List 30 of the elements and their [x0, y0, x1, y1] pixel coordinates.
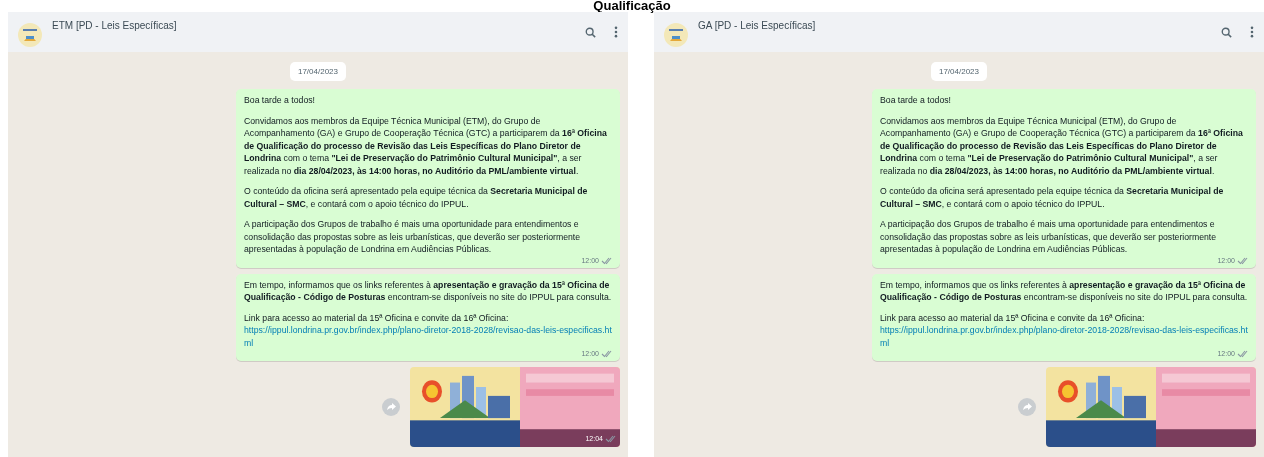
message-link[interactable]: https://ippul.londrina.pr.gov.br/index.php/plano-diretor-2018-2028/revisao-das-leis-especificas.html — [244, 324, 612, 349]
message-text: O conteúdo da oficina será apresentado pela equipe técnica da Secretaria Municipal de Cultural – SMC, e contará com o apoio técnico do IPPUL. — [244, 185, 589, 210]
message-text: Link para acesso ao material da 15ª Oficina e convite da 16ª Oficina: — [244, 311, 510, 324]
read-ticks-icon — [1237, 255, 1248, 265]
read-ticks-icon — [1237, 349, 1248, 358]
message-text: O conteúdo da oficina será apresentado pela equipe técnica da Secretaria Municipal de Cultural – SMC, e contará com o apoio técnico do IPPUL. — [880, 185, 1225, 210]
search-icon[interactable] — [1221, 26, 1232, 38]
date-chip: 17/04/2023 — [930, 62, 987, 81]
message-text: Em tempo, informamos que os links referentes à apresentação e gravação da 15ª Oficina de Qualificação - Código de Posturas encontram-se disponíveis no site do IPPUL para consulta. — [880, 278, 1248, 304]
message-text: Convidamos aos membros da Equipe Técnica Municipal (ETM), do Grupo de Acompanhamento (GA) e Grupo de Cooperação Técnica (GTC) a participarem da 16ª Oficina de Qualificação do processo de Revisão das Leis Específicas do Plano Diretor de Londrina com o tema "Lei de Preservação do Patrimônio Cultural Municipal", a ser realizada no dia 28/04/2023, às 14:00 horas, no Auditório da PML/ambiente virtual. — [880, 114, 1244, 177]
chat-title[interactable]: ETM [PD - Leis Específicas] — [52, 20, 177, 31]
menu-icon[interactable] — [1250, 26, 1254, 38]
menu-icon[interactable] — [614, 26, 618, 38]
message-text: Boa tarde a todos! — [244, 94, 316, 107]
read-ticks-icon — [601, 255, 612, 265]
group-avatar-icon[interactable] — [664, 23, 688, 47]
message-text: Boa tarde a todos! — [880, 94, 952, 107]
read-ticks-icon — [601, 349, 612, 358]
search-icon[interactable] — [585, 26, 596, 38]
message-text: Em tempo, informamos que os links referentes à apresentação e gravação da 15ª Oficina de Qualificação - Código de Posturas encontram-se disponíveis no site do IPPUL para consulta. — [244, 278, 612, 304]
message-text: A participação dos Grupos de trabalho é mais uma oportunidade para entendimentos e consolidação das propostas sobre as leis urbanísticas, que deverão ser posteriormente apresentadas à população de Londrina em Audiências Públicas. — [880, 218, 1218, 256]
group-avatar-icon[interactable] — [18, 23, 42, 47]
chat-title[interactable]: GA [PD - Leis Específicas] — [698, 20, 816, 31]
date-chip: 17/04/2023 — [289, 62, 346, 81]
message-text: Link para acesso ao material da 15ª Oficina e convite da 16ª Oficina: — [880, 311, 1146, 324]
message-link[interactable]: https://ippul.londrina.pr.gov.br/index.php/plano-diretor-2018-2028/revisao-das-leis-especificas.html — [880, 324, 1248, 349]
read-ticks-icon — [605, 434, 616, 443]
page-heading: Qualificação — [593, 0, 671, 12]
message-text: A participação dos Grupos de trabalho é mais uma oportunidade para entendimentos e consolidação das propostas sobre as leis urbanísticas, que deverão ser posteriormente apresentadas à população de Londrina em Audiências Públicas. — [244, 218, 582, 256]
message-text: Convidamos aos membros da Equipe Técnica Municipal (ETM), do Grupo de Acompanhamento (GA) e Grupo de Cooperação Técnica (GTC) a participarem da 16ª Oficina de Qualificação do processo de Revisão das Leis Específicas do Plano Diretor de Londrina com o tema "Lei de Preservação do Patrimônio Cultural Municipal", a ser realizada no dia 28/04/2023, às 14:00 horas, no Auditório da PML/ambiente virtual. — [244, 114, 608, 177]
